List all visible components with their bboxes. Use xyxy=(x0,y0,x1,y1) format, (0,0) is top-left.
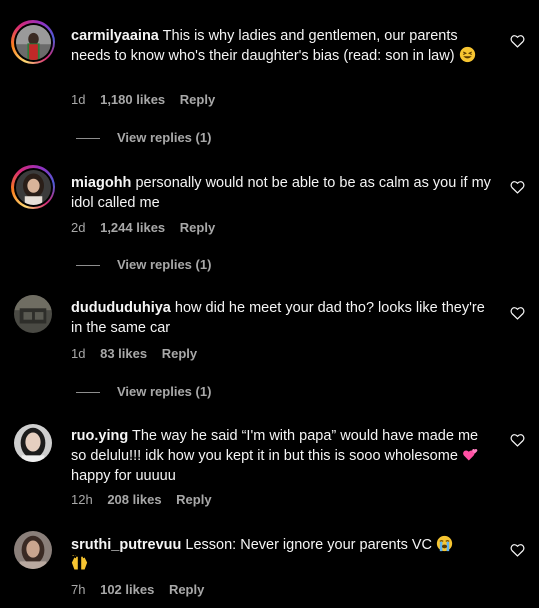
comment-username[interactable]: sruthi_putrevuu xyxy=(71,537,181,553)
comment-likes[interactable]: 102 likes xyxy=(100,582,154,597)
reply-button[interactable]: Reply xyxy=(180,92,215,107)
avatar[interactable] xyxy=(14,424,52,462)
reply-button[interactable]: Reply xyxy=(180,220,215,235)
avatar-image xyxy=(14,531,52,569)
comment-meta: 1d 1,180 likes Reply xyxy=(71,92,226,107)
comment-body: The way he said “I'm with papa” would ha… xyxy=(71,428,479,464)
reply-button[interactable]: Reply xyxy=(169,582,204,597)
replies-divider xyxy=(76,138,100,140)
comment-text: dudududuhiya how did he meet your dad th… xyxy=(71,298,491,338)
reply-button[interactable]: Reply xyxy=(176,492,211,507)
replies-divider xyxy=(76,265,100,267)
raising-hands-emoji xyxy=(71,555,88,570)
comment-time: 12h xyxy=(71,492,93,507)
heart-outline-icon[interactable] xyxy=(510,180,525,194)
comment-username[interactable]: ruo.ying xyxy=(71,428,128,444)
heart-outline-icon[interactable] xyxy=(510,306,525,320)
view-replies-label: View replies (1) xyxy=(117,130,212,145)
grinning-squint-emoji xyxy=(459,46,475,63)
avatar-image xyxy=(15,24,51,60)
comment-time: 7h xyxy=(71,582,86,597)
replies-divider xyxy=(76,392,100,394)
comment-likes[interactable]: 1,244 likes xyxy=(100,220,165,235)
comment-text: ruo.ying The way he said “I'm with papa”… xyxy=(71,426,491,486)
comment-meta: 2d 1,244 likes Reply xyxy=(71,220,226,235)
comment-likes[interactable]: 208 likes xyxy=(107,492,161,507)
view-replies-button[interactable]: View replies (1) xyxy=(76,130,211,145)
comment-likes[interactable]: 1,180 likes xyxy=(100,92,165,107)
avatar[interactable] xyxy=(11,20,55,64)
comment-time: 2d xyxy=(71,220,86,235)
comment-meta: 12h 208 likes Reply xyxy=(71,492,223,507)
reply-button[interactable]: Reply xyxy=(162,346,197,361)
avatar-image xyxy=(15,169,51,205)
avatar[interactable] xyxy=(11,165,55,209)
comment-text: miagohh personally would not be able to … xyxy=(71,173,491,213)
view-replies-label: View replies (1) xyxy=(117,257,212,272)
avatar-image xyxy=(14,424,52,462)
comment-time: 1d xyxy=(71,346,86,361)
comment-meta: 1d 83 likes Reply xyxy=(71,346,208,361)
comment-username[interactable]: miagohh xyxy=(71,175,131,191)
view-replies-label: View replies (1) xyxy=(117,384,212,399)
comment-time: 1d xyxy=(71,92,86,107)
loudly-crying-emoji xyxy=(436,535,453,552)
heart-outline-icon[interactable] xyxy=(510,433,525,447)
comment-text: carmilyaaina This is why ladies and gent… xyxy=(71,26,491,66)
comment-text: sruthi_putrevuu Lesson: Never ignore you… xyxy=(71,535,491,575)
avatar-image xyxy=(14,295,52,333)
comment-body: Lesson: Never ignore your parents VC xyxy=(185,537,433,553)
heart-outline-icon[interactable] xyxy=(510,34,525,48)
view-replies-button[interactable]: View replies (1) xyxy=(76,384,211,399)
avatar[interactable] xyxy=(14,531,52,569)
heart-outline-icon[interactable] xyxy=(510,543,525,557)
comment-username[interactable]: dudududuhiya xyxy=(71,300,171,316)
comment-meta: 7h 102 likes Reply xyxy=(71,582,215,597)
view-replies-button[interactable]: View replies (1) xyxy=(76,257,211,272)
comment-username[interactable]: carmilyaaina xyxy=(71,28,159,44)
avatar[interactable] xyxy=(14,295,52,333)
comment-body-end: happy for uuuuu xyxy=(71,468,176,484)
comment-likes[interactable]: 83 likes xyxy=(100,346,147,361)
comment-body: personally would not be able to be as ca… xyxy=(71,175,491,211)
two-hearts-emoji xyxy=(463,448,478,461)
